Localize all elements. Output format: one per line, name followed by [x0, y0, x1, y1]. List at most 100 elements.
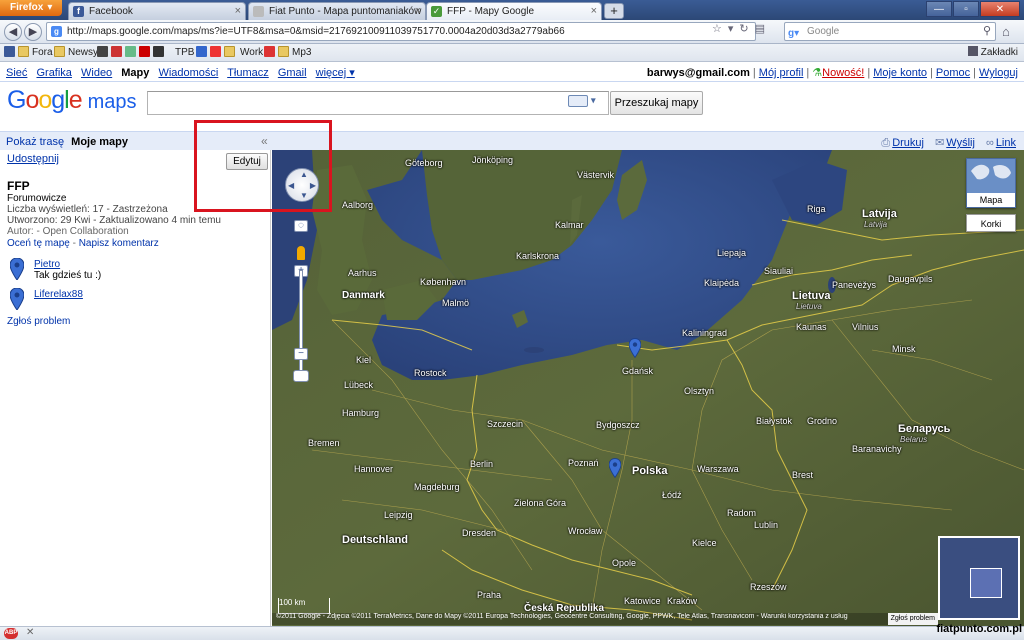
nav-video[interactable]: Wideo	[81, 67, 112, 79]
city-label: Białystok	[756, 416, 793, 426]
place-name[interactable]: Pietro	[34, 259, 60, 270]
google-search-engine-icon: g▾	[788, 28, 800, 39]
minimize-icon[interactable]: —	[926, 1, 952, 17]
overview-viewport[interactable]	[970, 568, 1002, 598]
bookmark-fora[interactable]: Fora	[18, 46, 53, 60]
forward-icon[interactable]: ▶	[24, 23, 42, 41]
my-account-link[interactable]: Moje konto	[873, 67, 927, 79]
place-name[interactable]: Liferelax88	[34, 289, 83, 300]
google-maps-icon: ✓	[431, 6, 442, 17]
adblock-icon[interactable]: ABP	[4, 628, 18, 639]
zoom-out-icon[interactable]: −	[294, 348, 308, 360]
search-input[interactable]: g▾ Google ⚲	[784, 22, 996, 41]
bookmark-icon	[97, 46, 108, 57]
keyboard-icon[interactable]: ▾	[568, 95, 606, 111]
country-label: Deutschland	[342, 534, 409, 546]
mail-icon: ✉	[935, 137, 945, 149]
reload-icon[interactable]: ↻	[739, 22, 748, 35]
nav-gmail[interactable]: Gmail	[278, 67, 307, 79]
bookmark-work[interactable]: Work	[240, 46, 263, 60]
country-label: Lietuva	[792, 290, 831, 302]
street-view-pegman-icon[interactable]	[297, 246, 305, 260]
rate-map-link[interactable]: Oceń tę mapę	[7, 238, 70, 249]
traffic-button[interactable]: Korki	[966, 214, 1016, 232]
city-label: Kaliningrad	[682, 328, 728, 338]
rss-icon[interactable]: ▤	[755, 22, 765, 35]
nav-translate[interactable]: Tłumacz	[227, 67, 269, 79]
close-tab-icon[interactable]: ×	[415, 3, 421, 20]
search-maps-button[interactable]: Przeszukaj mapy	[610, 91, 703, 115]
city-label: Kiel	[356, 355, 372, 365]
zoom-slider-thumb[interactable]	[293, 370, 309, 382]
bookmark-icon	[196, 46, 207, 57]
rotate-icon[interactable]: ◌	[294, 220, 308, 232]
bookmark-mp3[interactable]: Mp3	[264, 46, 311, 60]
youtube-icon	[139, 46, 150, 57]
google-maps-logo[interactable]: Google maps	[7, 86, 137, 115]
logout-link[interactable]: Wyloguj	[979, 67, 1018, 79]
bookmark-tpb[interactable]: TPB	[175, 46, 194, 60]
print-action[interactable]: ⎙ Drukuj	[881, 137, 924, 149]
bookmark-icons[interactable]	[97, 46, 167, 60]
report-problem-link[interactable]: Zgłoś problem	[7, 316, 70, 327]
tab-fiat-punto[interactable]: Fiat Punto - Mapa puntomaniaków ×	[248, 2, 426, 20]
city-label: Kaunas	[796, 322, 827, 332]
dropdown-arrow-icon[interactable]: ▾	[728, 22, 734, 35]
close-tab-icon[interactable]: ×	[591, 3, 597, 20]
folder-icon	[54, 46, 65, 57]
tab-google-maps[interactable]: ✓ FFP - Mapy Google ×	[426, 2, 602, 20]
tab-facebook[interactable]: f Facebook ×	[68, 2, 246, 20]
facebook-bookmark-icon[interactable]	[4, 46, 18, 60]
zoom-slider-track[interactable]	[299, 270, 303, 380]
link-action[interactable]: ∞ Link	[986, 137, 1016, 149]
bookmark-newsy[interactable]: Newsy	[54, 46, 98, 60]
site-identity-icon: g	[51, 26, 62, 37]
map-marker-icon[interactable]	[609, 458, 621, 478]
new-tab-button[interactable]: +	[604, 3, 624, 19]
close-addon-bar-icon[interactable]: ✕	[26, 627, 34, 638]
map-pin-icon	[10, 258, 24, 280]
write-comment-link[interactable]: Napisz komentarz	[79, 238, 159, 249]
country-label: Danmark	[342, 290, 385, 301]
bookmark-icons-2[interactable]	[196, 46, 238, 60]
home-icon[interactable]: ⌂	[1002, 24, 1010, 39]
tab-directions[interactable]: Pokaż trasę	[6, 136, 64, 148]
firefox-menu-button[interactable]: Firefox ▾	[0, 0, 62, 16]
url-bar[interactable]: g http://maps.google.com/maps/ms?ie=UTF8…	[46, 22, 756, 41]
facebook-icon: f	[73, 6, 84, 17]
nav-news[interactable]: Wiadomości	[158, 67, 218, 79]
nav-more[interactable]: więcej ▾	[316, 67, 355, 79]
overview-map[interactable]	[938, 536, 1020, 620]
nav-images[interactable]: Grafika	[36, 67, 71, 79]
help-link[interactable]: Pomoc	[936, 67, 970, 79]
tab-my-maps[interactable]: Moje mapy	[71, 136, 128, 148]
city-label: København	[420, 277, 467, 287]
gmail-icon	[264, 46, 275, 57]
bookmark-star-icon[interactable]: ☆	[712, 22, 722, 35]
back-icon[interactable]: ◀	[4, 23, 22, 41]
close-window-icon[interactable]: ✕	[980, 1, 1020, 17]
map-report-problem-link[interactable]: Zgłoś problem	[887, 613, 938, 625]
new-features-link[interactable]: Nowość!	[822, 67, 864, 79]
map-created: Utworzono: 29 Kwi - Zaktualizowano 4 min…	[7, 215, 221, 226]
map-canvas[interactable]: Göteborg Jönköping Västervik Kalmar Karl…	[272, 150, 1024, 626]
map-type-button[interactable]: Mapa	[966, 158, 1016, 208]
city-label: Gdańsk	[622, 366, 654, 376]
search-icon[interactable]: ⚲	[983, 23, 991, 40]
window-controls: — ▫ ✕	[926, 1, 1020, 17]
maximize-icon[interactable]: ▫	[953, 1, 979, 17]
map-search-input[interactable]	[147, 91, 609, 115]
nav-web[interactable]: Sieć	[6, 67, 27, 79]
map-marker-icon[interactable]	[629, 338, 641, 358]
send-action[interactable]: ✉ Wyślij	[935, 137, 975, 149]
link-icon: ∞	[985, 137, 994, 149]
city-label: Panevėžys	[832, 280, 877, 290]
user-email: barwys@gmail.com	[646, 67, 750, 79]
nav-maps[interactable]: Mapy	[121, 67, 149, 79]
city-label: Daugavpils	[888, 274, 933, 284]
bookmarks-menu[interactable]: Zakładki	[967, 46, 1018, 60]
share-link[interactable]: Udostępnij	[7, 153, 59, 165]
my-profile-link[interactable]: Mój profil	[759, 67, 804, 79]
close-tab-icon[interactable]: ×	[235, 3, 241, 20]
bookmarks-icon	[967, 46, 978, 56]
